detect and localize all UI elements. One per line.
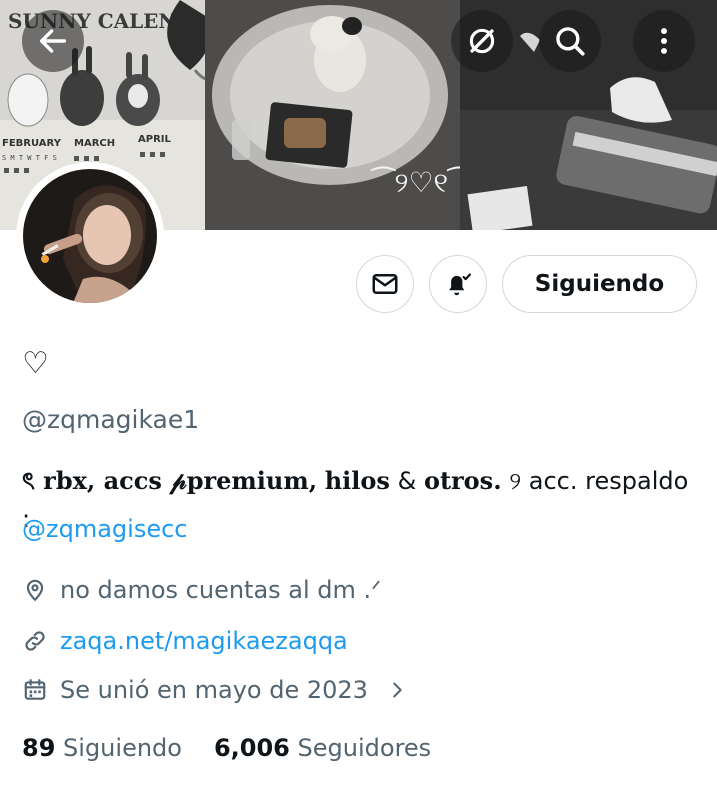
joined-row[interactable]: Se unió en mayo de 2023 (22, 676, 420, 704)
bio-text-5: otros. (423, 466, 502, 495)
profile-stats: 89 Siguiendo 6,006 Seguidores (22, 734, 463, 762)
followers-label: Seguidores (297, 734, 432, 762)
grok-button[interactable] (451, 10, 513, 72)
following-label: Siguiendo (63, 734, 182, 762)
following-button[interactable]: Siguiendo (502, 255, 697, 313)
location-pin-icon (26, 579, 44, 602)
banner-month-apr: APRIL (138, 134, 171, 145)
notifications-button[interactable] (429, 255, 487, 313)
banner-month-mar: MARCH (74, 138, 115, 149)
chevron-right-icon (393, 682, 402, 698)
website-row: zaqa.net/magikaezaqqa (22, 627, 348, 655)
more-button[interactable] (633, 10, 695, 72)
banner-heart-glyph: ⁀୨♡୧⁀ (370, 165, 472, 199)
location-text: no damos cuentas al dm .ᐟ (60, 576, 382, 604)
link-icon (25, 631, 45, 651)
more-vertical-icon (661, 28, 667, 54)
slash-circle-icon (469, 28, 495, 54)
bio-text-4: & (397, 467, 417, 495)
profile-avatar[interactable] (16, 162, 164, 310)
followers-stat[interactable]: 6,006 Seguidores (214, 734, 431, 762)
avatar-image (23, 169, 157, 303)
bio-text-3: hilos (324, 466, 390, 495)
mail-icon (372, 274, 398, 294)
calendar-icon (24, 679, 46, 700)
followers-count: 6,006 (213, 734, 290, 762)
banner-weekdays: S M T W T F S (2, 154, 57, 162)
joined-text: Se unió en mayo de 2023 (60, 676, 368, 704)
search-icon (556, 27, 585, 56)
following-count: 89 (22, 734, 56, 762)
arrow-left-icon (39, 29, 67, 53)
bell-check-icon (449, 273, 471, 296)
bio-text-p: 𝓅 (169, 466, 187, 495)
following-stat[interactable]: 89 Siguiendo (22, 734, 182, 762)
bio-text-1: ৎ rbx, accs (22, 466, 162, 495)
website-link[interactable]: zaqa.net/magikaezaqqa (60, 627, 348, 655)
profile-handle: @zqmagikae1 (22, 405, 200, 434)
location-row: no damos cuentas al dm .ᐟ (22, 576, 381, 604)
bio-text-2: premium, (186, 466, 318, 495)
message-button[interactable] (356, 255, 414, 313)
search-button[interactable] (539, 10, 601, 72)
back-button[interactable] (22, 10, 84, 72)
bio-mention-link[interactable]: @zqmagisecc (22, 515, 187, 543)
display-name: ♡ (22, 346, 49, 381)
banner-month-feb: FEBRUARY (2, 138, 62, 149)
